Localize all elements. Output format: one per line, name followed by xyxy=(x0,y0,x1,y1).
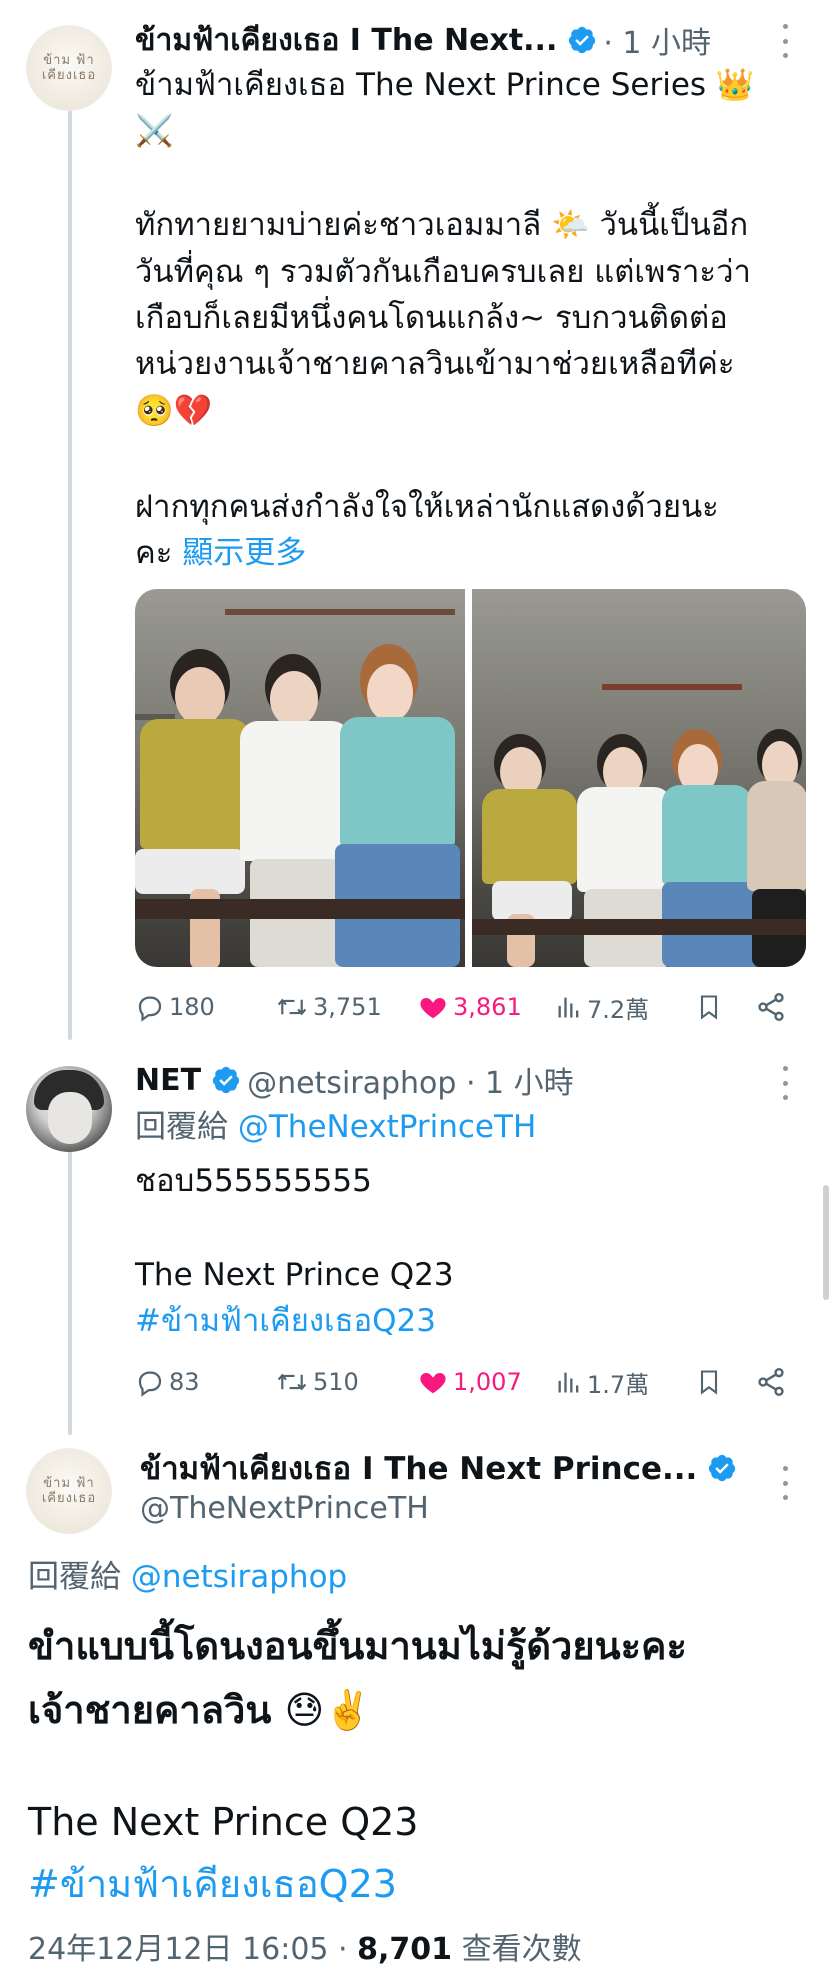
tweet-text-line: คะ 顯示更多 xyxy=(135,530,306,576)
verified-badge-icon xyxy=(569,26,596,54)
scrollbar[interactable] xyxy=(823,1185,829,1300)
like-count: 1,007 xyxy=(453,1368,522,1396)
retweet-count: 3,751 xyxy=(313,993,382,1021)
tweet-text-line: ชอบ555555555 xyxy=(135,1163,372,1199)
tweet-actions: 180 3,751 3,861 7.2萬 xyxy=(135,987,795,1027)
views-button[interactable]: 1.7萬 xyxy=(555,1362,649,1402)
reply-button[interactable]: 83 xyxy=(135,1362,200,1402)
tweet-time[interactable]: · 1 小時 xyxy=(603,18,711,62)
reply-prefix: 回覆給 xyxy=(135,1109,228,1145)
handle[interactable]: @TheNextPrinceTH xyxy=(140,1486,429,1532)
tweet-timestamp: 24年12月12日 16:05 · 8,701 查看次數 xyxy=(28,1924,582,1968)
share-icon xyxy=(758,1368,784,1396)
tweet-text-line: เกือบก็เลยมีหนึ่งคนโดนแกล้ง~ รบกวนติดต่อ xyxy=(135,300,728,336)
heart-icon xyxy=(420,998,446,1019)
retweet-button[interactable]: 510 xyxy=(275,1362,359,1402)
reply-icon xyxy=(138,1371,162,1397)
view-label: 查看次數 xyxy=(452,1932,582,1967)
logo-mark: ข้าม ฟ้า เคียงเธอ xyxy=(41,53,97,83)
reply-icon xyxy=(138,996,162,1022)
share-button[interactable] xyxy=(755,987,791,1027)
reply-count: 180 xyxy=(169,993,215,1021)
verified-badge-icon xyxy=(212,1066,240,1094)
tweet-text-line: The Next Prince Q23 xyxy=(135,1257,454,1293)
like-button[interactable]: 1,007 xyxy=(417,1362,522,1402)
bookmark-button[interactable] xyxy=(695,1362,727,1402)
reply-context: 回覆給 @TheNextPrinceTH xyxy=(135,1104,536,1150)
thread-line xyxy=(68,1150,72,1435)
share-icon xyxy=(758,993,784,1021)
handle-and-time[interactable]: @netsiraphop · 1 小時 xyxy=(247,1058,574,1102)
bookmark-button[interactable] xyxy=(695,987,727,1027)
retweet-button[interactable]: 3,751 xyxy=(275,987,382,1027)
thread-line xyxy=(68,105,72,1040)
tweet3-header: ข้ามฟ้าเคียงเธอ I The Next Prince... xyxy=(140,1446,743,1490)
reply-to-link[interactable]: @TheNextPrinceTH xyxy=(238,1109,536,1145)
more-options-icon[interactable] xyxy=(780,1066,790,1100)
hashtag-link[interactable]: #ข้ามฟ้าเคียงเธอQ23 xyxy=(135,1298,436,1344)
retweet-count: 510 xyxy=(313,1368,359,1396)
more-options-icon[interactable] xyxy=(780,1466,790,1500)
like-count: 3,861 xyxy=(453,993,522,1021)
tweet-text-line: ฝากทุกคนส่งกำลังใจให้เหล่านักแสดงด้วยนะ xyxy=(135,489,719,525)
retweet-icon xyxy=(277,1373,307,1391)
views-icon xyxy=(558,1372,579,1393)
tweet-text-line: ทักทายยามบ่ายค่ะชาวเอมมาลี 🌤️ วันนี้เป็น… xyxy=(135,207,749,243)
tweet2-header: NET @netsiraphop · 1 小時 xyxy=(135,1058,574,1102)
display-name[interactable]: ข้ามฟ้าเคียงเธอ I The Next... xyxy=(135,17,557,64)
avatar[interactable]: ข้าม ฟ้า เคียงเธอ xyxy=(26,25,112,111)
reply-prefix: 回覆給 xyxy=(28,1559,121,1595)
hashtag-link[interactable]: #ข้ามฟ้าเคียงเธอQ23 xyxy=(28,1852,397,1916)
tweet1-header: ข้ามฟ้าเคียงเธอ I The Next... · 1 小時 xyxy=(135,18,711,62)
tweet-date[interactable]: 24年12月12日 16:05 · xyxy=(28,1932,357,1967)
tweet-actions: 83 510 1,007 1.7萬 xyxy=(135,1362,795,1402)
tweet-text-end: คะ xyxy=(135,535,173,571)
tweet-text-line: ขำแบบนี้โดนงอนขึ้นมานมไม่รู้ด้วยนะคะ xyxy=(28,1624,687,1668)
reply-to-link[interactable]: @netsiraphop xyxy=(131,1559,347,1595)
share-button[interactable] xyxy=(755,1362,791,1402)
tweet-text-line: เจ้าชายคาลวิน 😓✌️ xyxy=(28,1688,372,1732)
view-count: 1.7萬 xyxy=(587,1370,650,1399)
bookmark-icon xyxy=(700,1370,718,1395)
view-count: 8,701 xyxy=(357,1932,453,1967)
tweet-image[interactable] xyxy=(472,589,806,967)
show-more-link[interactable]: 顯示更多 xyxy=(182,535,306,571)
reply-context: 回覆給 @netsiraphop xyxy=(28,1554,347,1600)
reply-button[interactable]: 180 xyxy=(135,987,215,1027)
heart-icon xyxy=(420,1373,446,1394)
logo-mark: ข้าม ฟ้า เคียงเธอ xyxy=(41,1476,97,1506)
tweet-image[interactable] xyxy=(135,589,465,967)
tweet-text-line: ⚔️ xyxy=(135,113,174,149)
tweet-text-line: The Next Prince Q23 xyxy=(28,1800,419,1844)
display-name[interactable]: NET xyxy=(135,1063,201,1098)
views-icon xyxy=(558,997,579,1018)
tweet-text-line: ข้ามฟ้าเคียงเธอ The Next Prince Series 👑 xyxy=(135,67,755,103)
tweet-text-line: 🥺💔 xyxy=(135,393,213,429)
tweet-text-line: หน่วยงานเจ้าชายคาลวินเข้ามาช่วยเหลือทีค่… xyxy=(135,346,735,382)
tweet-text-line: วันที่คุณ ๆ รวมตัวกันเกือบครบเลย แต่เพรา… xyxy=(135,254,751,290)
more-options-icon[interactable] xyxy=(780,24,790,58)
avatar[interactable] xyxy=(26,1066,112,1152)
view-count: 7.2萬 xyxy=(587,995,650,1024)
retweet-icon xyxy=(277,998,307,1016)
reply-count: 83 xyxy=(169,1368,200,1396)
verified-badge-icon xyxy=(709,1454,736,1482)
views-button[interactable]: 7.2萬 xyxy=(555,987,649,1027)
bookmark-icon xyxy=(700,995,718,1020)
like-button[interactable]: 3,861 xyxy=(417,987,522,1027)
avatar[interactable]: ข้าม ฟ้า เคียงเธอ xyxy=(26,1448,112,1534)
